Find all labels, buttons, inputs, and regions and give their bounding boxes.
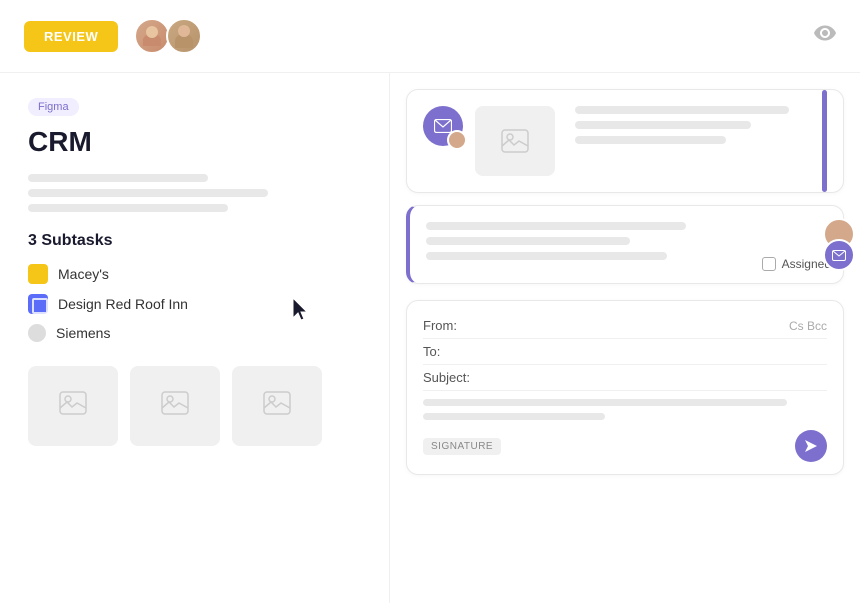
image-icon-2 bbox=[161, 391, 189, 421]
email-avatar-wrap-1 bbox=[423, 106, 463, 146]
body-line-1 bbox=[423, 399, 787, 406]
subtask-label-siemens: Siemens bbox=[56, 325, 110, 341]
compose-to-field: To: bbox=[423, 339, 827, 365]
desc-line-1 bbox=[28, 174, 208, 182]
eye-icon[interactable] bbox=[814, 25, 836, 48]
subtask-item-maceys[interactable]: Macey's bbox=[28, 264, 361, 284]
subtask-label-maceys: Macey's bbox=[58, 266, 109, 282]
desc-line-2 bbox=[28, 189, 268, 197]
description-lines bbox=[28, 174, 361, 212]
review-button[interactable]: REVIEW bbox=[24, 21, 118, 52]
compose-subject-field: Subject: bbox=[423, 365, 827, 391]
signature-badge: SIGNATURE bbox=[423, 438, 501, 455]
compose-area: From: Cs Bcc To: Subject: SIGNATURE bbox=[406, 300, 844, 475]
email-sender-avatar-1 bbox=[447, 130, 467, 150]
thumbnails bbox=[28, 366, 361, 446]
left-panel: Figma CRM 3 Subtasks Macey's Design Red … bbox=[0, 73, 390, 603]
subtasks-heading: 3 Subtasks bbox=[28, 232, 361, 250]
subtask-item-design-red-roof[interactable]: Design Red Roof Inn bbox=[28, 294, 361, 314]
thumbnail-1[interactable] bbox=[28, 366, 118, 446]
thumbnail-2[interactable] bbox=[130, 366, 220, 446]
main-content: Figma CRM 3 Subtasks Macey's Design Red … bbox=[0, 73, 860, 603]
email-content-lines-1 bbox=[575, 106, 827, 151]
compose-footer: SIGNATURE bbox=[423, 430, 827, 462]
subject-label: Subject: bbox=[423, 370, 483, 385]
from-label: From: bbox=[423, 318, 483, 333]
thumbnail-3[interactable] bbox=[232, 366, 322, 446]
accent-bar-1 bbox=[822, 90, 827, 192]
figma-badge: Figma bbox=[28, 98, 79, 116]
to-label: To: bbox=[423, 344, 483, 359]
email-card-1[interactable] bbox=[406, 89, 844, 193]
subtask-item-siemens[interactable]: Siemens bbox=[28, 324, 361, 342]
icon-gray bbox=[28, 324, 46, 342]
compose-body[interactable] bbox=[423, 399, 827, 420]
page-title: CRM bbox=[28, 126, 361, 158]
c2line-2 bbox=[426, 237, 630, 245]
right-panel: Assigned From: Cs Bcc To: Subje bbox=[390, 73, 860, 603]
avatars-group bbox=[134, 18, 202, 54]
assigned-badge: Assigned bbox=[762, 257, 831, 271]
avatar-1 bbox=[134, 18, 170, 54]
email-card-2[interactable]: Assigned bbox=[406, 205, 844, 284]
email-icon-right bbox=[823, 239, 855, 271]
top-bar: REVIEW bbox=[0, 0, 860, 73]
compose-from-field: From: Cs Bcc bbox=[423, 313, 827, 339]
image-icon-1 bbox=[59, 391, 87, 421]
subtask-label-design-red-roof: Design Red Roof Inn bbox=[58, 296, 188, 312]
image-icon-3 bbox=[263, 391, 291, 421]
assigned-checkbox[interactable] bbox=[762, 257, 776, 271]
content-line-3 bbox=[575, 136, 726, 144]
icon-yellow bbox=[28, 264, 48, 284]
send-button[interactable] bbox=[795, 430, 827, 462]
avatar-2 bbox=[166, 18, 202, 54]
email-image-1 bbox=[475, 106, 555, 176]
email-inner-1 bbox=[475, 106, 827, 176]
body-line-2 bbox=[423, 413, 605, 420]
c2line-3 bbox=[426, 252, 667, 260]
cc-bcc-label[interactable]: Cs Bcc bbox=[789, 319, 827, 333]
icon-blue bbox=[28, 294, 48, 314]
email-card2-lines bbox=[426, 222, 827, 260]
content-line-2 bbox=[575, 121, 751, 129]
c2line-1 bbox=[426, 222, 686, 230]
desc-line-3 bbox=[28, 204, 228, 212]
content-line-1 bbox=[575, 106, 789, 114]
subtask-list: Macey's Design Red Roof Inn Siemens bbox=[28, 264, 361, 342]
